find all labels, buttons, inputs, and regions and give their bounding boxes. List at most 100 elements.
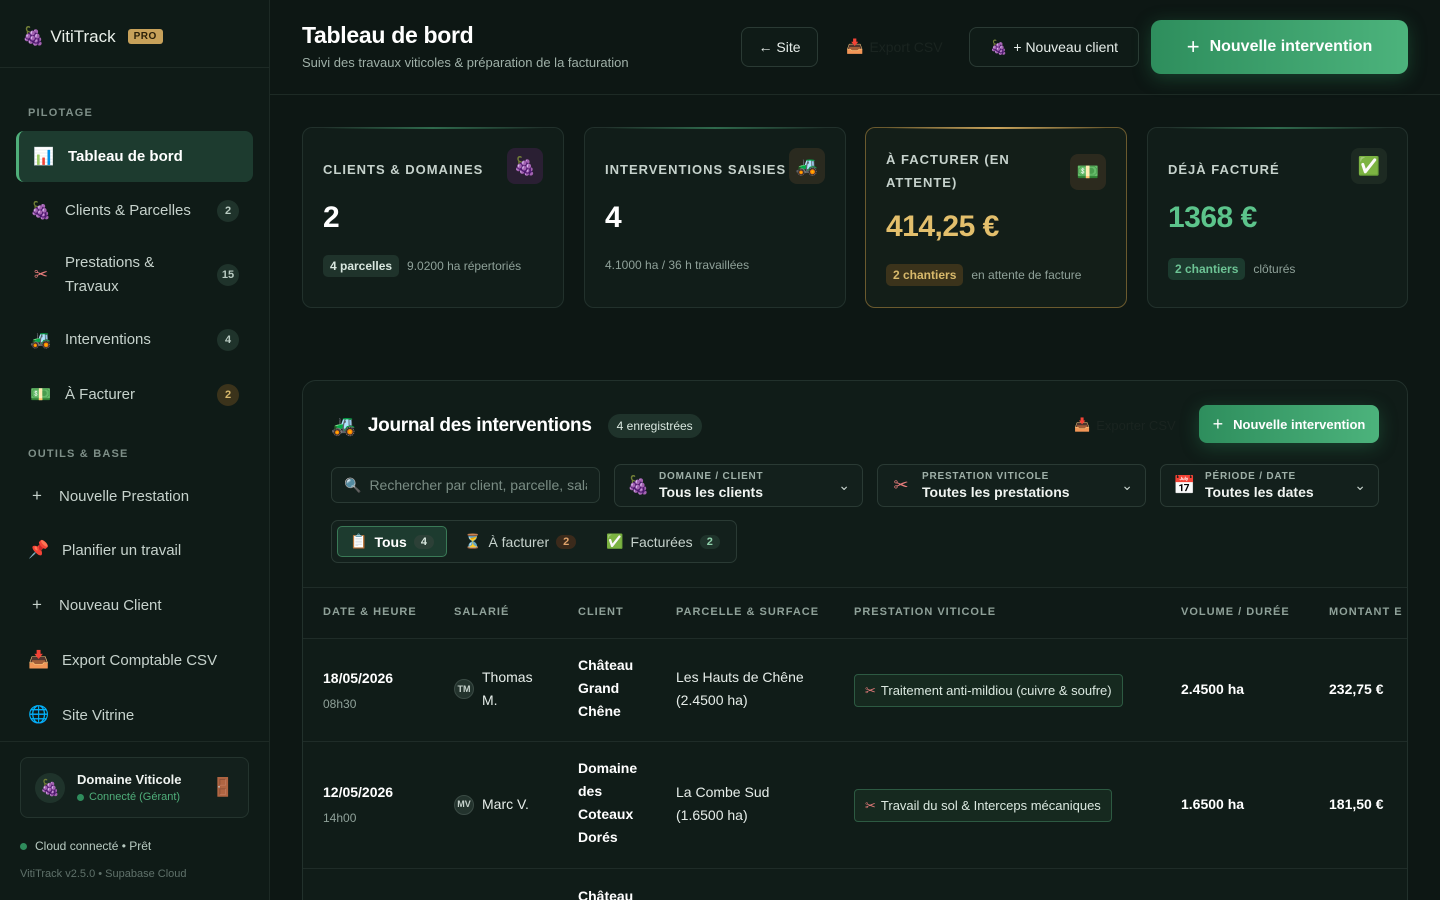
filter-value: Toutes les dates bbox=[1205, 484, 1314, 500]
row-employee: MV Marc V. bbox=[454, 793, 529, 816]
column-header[interactable]: PARCELLE & SURFACE bbox=[676, 606, 819, 618]
chevron-down-icon: ⌄ bbox=[1121, 477, 1133, 493]
account-card[interactable]: 🍇 Domaine Viticole Connecté (Gérant) 🚪 bbox=[20, 757, 249, 818]
filter-text: PÉRIODE / DATE Toutes les dates bbox=[1205, 471, 1344, 500]
kpi-card-interventions[interactable]: INTERVENTIONS SAISIES 🚜 4 4.1000 ha / 36… bbox=[584, 127, 846, 308]
kpi-title: À FACTURER (EN ATTENTE) bbox=[886, 152, 1010, 190]
export-csv-link[interactable]: 📥 Exporter CSV bbox=[1074, 417, 1176, 433]
filter-label: DOMAINE / CLIENT bbox=[659, 471, 764, 482]
row-employee: TM Thomas M. bbox=[454, 666, 533, 712]
logout-door-icon[interactable]: 🚪 bbox=[212, 777, 234, 798]
kpi-pill: 4 parcelles bbox=[323, 255, 400, 277]
plus-icon: + bbox=[1186, 34, 1200, 59]
journal-header: 🚜 Journal des interventions 4 enregistré… bbox=[331, 413, 702, 438]
card-accent bbox=[605, 127, 825, 129]
sidebar-item-plan[interactable]: 📌 Planifier un travail bbox=[28, 540, 181, 560]
tab-facturees[interactable]: ✅ Facturées 2 bbox=[594, 526, 732, 557]
card-accent bbox=[1168, 127, 1387, 129]
row-client[interactable]: Château Grand Chêne bbox=[578, 654, 633, 723]
hourglass-icon: ⏳ bbox=[464, 533, 482, 549]
parcel-surface: (1.6500 ha) bbox=[676, 807, 748, 823]
section-title-tools: OUTILS & BASE bbox=[28, 448, 129, 460]
scissors-icon: ✂ bbox=[893, 475, 909, 495]
search-input[interactable]: 🔍 Rechercher par client, parcelle, salar… bbox=[331, 467, 600, 503]
sidebar-item-site[interactable]: 🌐 Site Vitrine bbox=[28, 705, 134, 725]
filter-label: PRESTATION VITICOLE bbox=[922, 471, 1050, 482]
sidebar-item-dashboard[interactable]: 📊 Tableau de bord bbox=[16, 131, 253, 182]
filter-value: Tous les clients bbox=[659, 484, 763, 500]
column-header[interactable]: MONTANT E bbox=[1329, 606, 1403, 618]
kpi-value: 1368 € bbox=[1168, 201, 1257, 234]
version-text: VitiTrack v2.5.0 • Supabase Cloud bbox=[20, 868, 187, 880]
sidebar-item-label: Prestations & Travaux bbox=[65, 251, 217, 299]
client-name-line: Château bbox=[578, 657, 634, 673]
row-service: ✂ Traitement anti-mildiou (cuivre & souf… bbox=[854, 674, 1123, 707]
journal-new-intervention-button[interactable]: + Nouvelle intervention bbox=[1199, 405, 1379, 443]
avatar: MV bbox=[454, 794, 474, 815]
table-row[interactable]: 18/05/2026 08h30 TM Thomas M. Château Gr… bbox=[303, 639, 1407, 742]
column-header[interactable]: CLIENT bbox=[578, 606, 624, 618]
section-title-pilotage: PILOTAGE bbox=[28, 107, 94, 119]
row-volume: 2.4500 ha bbox=[1181, 681, 1245, 697]
account-info: Domaine Viticole Connecté (Gérant) bbox=[77, 772, 200, 803]
pro-badge: PRO bbox=[127, 29, 163, 44]
sidebar-item-prestations[interactable]: ✂ Prestations & Travaux 15 bbox=[16, 250, 253, 300]
filter-text: DOMAINE / CLIENT Tous les clients bbox=[659, 471, 828, 500]
sidebar-item-clients[interactable]: 🍇 Clients & Parcelles 2 bbox=[16, 188, 253, 234]
sidebar-item-new-client[interactable]: + Nouveau Client bbox=[28, 595, 162, 615]
column-header[interactable]: DATE & HEURE bbox=[323, 606, 417, 618]
column-header[interactable]: SALARIÉ bbox=[454, 606, 509, 618]
plus-icon: + bbox=[32, 595, 42, 614]
check-icon: ✅ bbox=[1351, 148, 1387, 184]
kpi-card-clients[interactable]: CLIENTS & DOMAINES 🍇 2 4 parcelles 9.020… bbox=[302, 127, 564, 308]
inbox-tray-icon: 📥 bbox=[28, 650, 50, 669]
chevron-down-icon: ⌄ bbox=[1354, 477, 1366, 493]
sidebar-item-export[interactable]: 📥 Export Comptable CSV bbox=[28, 650, 217, 670]
tab-a-facturer[interactable]: ⏳ À facturer 2 bbox=[452, 526, 588, 557]
sidebar-item-label: Nouveau Client bbox=[59, 596, 162, 614]
table-row[interactable]: Château bbox=[303, 869, 1407, 900]
date-text: 18/05/2026 bbox=[323, 670, 394, 686]
sidebar-item-interventions[interactable]: 🚜 Interventions 4 bbox=[16, 317, 253, 363]
grapes-logo-icon: 🍇 bbox=[22, 26, 45, 46]
sidebar-item-label: À Facturer bbox=[65, 386, 136, 403]
new-intervention-button[interactable]: + Nouvelle intervention bbox=[1151, 20, 1408, 74]
label-line-2: Travaux bbox=[65, 278, 119, 295]
cloud-status: Cloud connecté • Prêt bbox=[20, 839, 151, 853]
column-header[interactable]: PRESTATION VITICOLE bbox=[854, 606, 996, 618]
service-tag: ✂ Travail du sol & Interceps mécaniques bbox=[854, 789, 1112, 822]
tab-count: 4 bbox=[413, 534, 434, 549]
plus-icon: + bbox=[1212, 413, 1224, 434]
date-filter-select[interactable]: 📅 PÉRIODE / DATE Toutes les dates ⌄ bbox=[1160, 464, 1379, 507]
row-client[interactable]: Domaine des Coteaux Dorés bbox=[578, 757, 637, 849]
site-button[interactable]: ← Site bbox=[741, 27, 818, 67]
page-title: Tableau de bord bbox=[302, 22, 474, 48]
time-text: 08h30 bbox=[323, 697, 357, 711]
row-amount: 232,75 € bbox=[1329, 681, 1384, 697]
cloud-status-text: Cloud connecté • Prêt bbox=[35, 839, 152, 853]
export-csv-button[interactable]: 📥 Export CSV bbox=[846, 38, 943, 55]
client-name-line: Coteaux bbox=[578, 806, 634, 822]
sidebar-item-new-prestation[interactable]: + Nouvelle Prestation bbox=[28, 486, 189, 506]
service-label: Traitement anti-mildiou (cuivre & soufre… bbox=[880, 683, 1112, 698]
tab-all[interactable]: 📋 Tous 4 bbox=[337, 526, 447, 557]
table-row[interactable]: 12/05/2026 14h00 MV Marc V. Domaine des … bbox=[303, 742, 1407, 869]
row-client[interactable]: Château bbox=[578, 885, 633, 900]
column-header[interactable]: VOLUME / DURÉE bbox=[1181, 606, 1290, 618]
client-filter-select[interactable]: 🍇 DOMAINE / CLIENT Tous les clients ⌄ bbox=[614, 464, 863, 507]
kpi-footer: 2 chantiers en attente de facture bbox=[886, 264, 1081, 286]
grapes-icon: 🍇 bbox=[30, 201, 52, 220]
kpi-card-a-facturer[interactable]: À FACTURER (EN ATTENTE) 💵 414,25 € 2 cha… bbox=[865, 127, 1127, 308]
prestation-filter-select[interactable]: ✂ PRESTATION VITICOLE Toutes les prestat… bbox=[877, 464, 1146, 507]
brand[interactable]: 🍇 VitiTrack PRO bbox=[22, 26, 163, 47]
sidebar-item-a-facturer[interactable]: 💵 À Facturer 2 bbox=[16, 372, 253, 418]
kpi-footnote: 4.1000 ha / 36 h travaillées bbox=[605, 258, 750, 272]
kpi-card-facture[interactable]: DÉJÀ FACTURÉ ✅ 1368 € 2 chantiers clôtur… bbox=[1147, 127, 1408, 308]
row-date: 12/05/2026 14h00 bbox=[323, 781, 393, 830]
check-icon: ✅ bbox=[606, 533, 624, 549]
clipboard-icon: 📋 bbox=[350, 533, 368, 549]
sidebar-item-label: Interventions bbox=[65, 331, 151, 348]
new-client-button[interactable]: 🍇 + Nouveau client bbox=[969, 27, 1139, 67]
employee-name-line: M. bbox=[482, 692, 498, 708]
row-parcel: La Combe Sud (1.6500 ha) bbox=[676, 781, 769, 827]
